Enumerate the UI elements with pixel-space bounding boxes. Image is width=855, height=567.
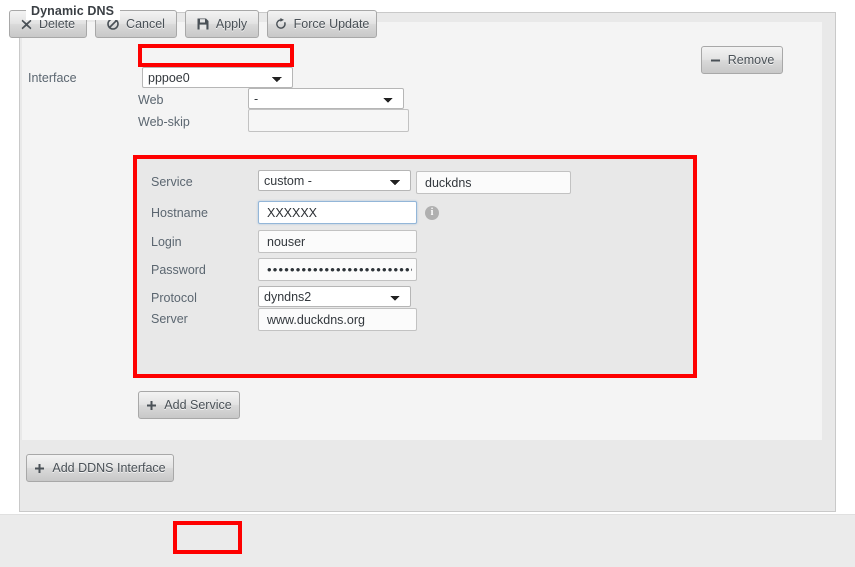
cancel-button-label: Cancel xyxy=(126,17,165,31)
server-label: Server xyxy=(151,312,188,326)
password-label: Password xyxy=(151,263,206,277)
password-label-row: Password xyxy=(151,263,206,277)
web-label-row: Web xyxy=(138,93,163,107)
protocol-select[interactable]: dyndns2 xyxy=(258,286,411,307)
interface-select[interactable]: pppoe0 xyxy=(142,67,293,88)
hostname-input[interactable] xyxy=(258,201,417,224)
password-input[interactable] xyxy=(258,258,417,281)
service-name-input[interactable] xyxy=(416,171,571,194)
login-label: Login xyxy=(151,235,182,249)
web-select[interactable]: - xyxy=(248,88,404,109)
service-type-select[interactable]: custom - xyxy=(258,170,411,191)
apply-button[interactable]: Apply xyxy=(185,10,259,38)
footer-bar xyxy=(0,514,855,567)
service-label-row: Service xyxy=(151,175,193,189)
add-service-button[interactable]: Add Service xyxy=(138,391,240,419)
add-ddns-interface-button-label: Add DDNS Interface xyxy=(52,461,166,475)
remove-button-label: Remove xyxy=(727,53,775,67)
interface-label-row: Interface xyxy=(28,71,77,85)
plus-icon xyxy=(146,399,157,412)
server-input[interactable] xyxy=(258,308,417,331)
save-icon xyxy=(197,18,209,31)
server-label-row: Server xyxy=(151,312,188,326)
webskip-label: Web-skip xyxy=(138,115,190,129)
info-icon[interactable]: i xyxy=(425,206,439,220)
dynamic-dns-legend: Dynamic DNS xyxy=(26,2,121,20)
web-label: Web xyxy=(138,93,164,107)
minus-icon xyxy=(710,54,721,67)
webskip-input[interactable] xyxy=(248,109,409,132)
webskip-label-row: Web-skip xyxy=(138,115,190,129)
refresh-icon xyxy=(275,18,287,31)
plus-icon xyxy=(34,462,45,475)
service-block-highlight: Service custom - Hostname i Login Passwo… xyxy=(133,155,697,378)
add-service-button-label: Add Service xyxy=(164,398,232,412)
service-label: Service xyxy=(151,175,193,189)
add-ddns-interface-button[interactable]: Add DDNS Interface xyxy=(26,454,174,482)
hostname-label-row: Hostname xyxy=(151,206,208,220)
ddns-interface-panel: Interface pppoe0 Web - Web-skip Remove S… xyxy=(22,22,822,440)
interface-label: Interface xyxy=(28,71,77,85)
force-update-button[interactable]: Force Update xyxy=(267,10,377,38)
apply-button-label: Apply xyxy=(215,17,248,31)
force-update-button-label: Force Update xyxy=(293,17,370,31)
login-input[interactable] xyxy=(258,230,417,253)
remove-button[interactable]: Remove xyxy=(701,46,783,74)
login-label-row: Login xyxy=(151,235,182,249)
protocol-label-row: Protocol xyxy=(151,291,197,305)
hostname-label: Hostname xyxy=(151,206,208,220)
protocol-label: Protocol xyxy=(151,291,197,305)
